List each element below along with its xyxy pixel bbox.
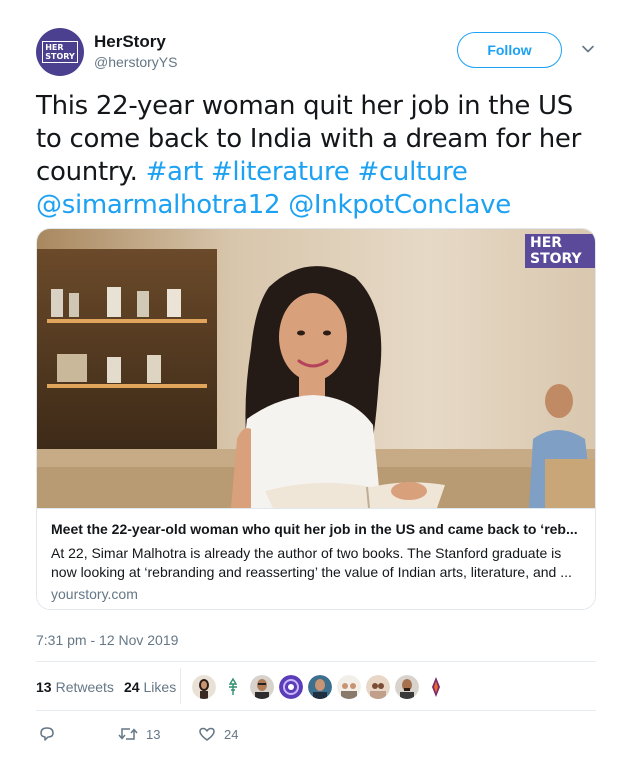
heart-icon <box>199 727 215 741</box>
author-handle[interactable]: @herstoryYS <box>94 54 177 70</box>
herstory-logo: HER STORY <box>42 41 78 63</box>
card-domain: yourstory.com <box>51 586 138 602</box>
liker-avatar[interactable] <box>250 675 274 699</box>
retweet-button[interactable]: 13 <box>118 722 160 746</box>
liker-avatar[interactable] <box>424 675 448 699</box>
like-count: 24 <box>224 726 239 742</box>
retweets-count: 13 <box>36 679 52 695</box>
author-name[interactable]: HerStory <box>94 32 166 52</box>
card-title[interactable]: Meet the 22-year-old woman who quit her … <box>51 521 586 537</box>
retweet-icon <box>118 728 138 740</box>
hashtag-culture[interactable]: #culture <box>357 157 467 187</box>
engagement-stats: 13 Retweets 24 Likes <box>36 677 186 697</box>
tweet-text: This 22-year woman quit her job in the U… <box>36 90 606 222</box>
link-card[interactable]: HER STORY Meet the 22-year-old woman who… <box>36 228 596 610</box>
liker-avatar[interactable] <box>308 675 332 699</box>
card-watermark: HER STORY <box>525 234 595 268</box>
hashtag-art[interactable]: #art <box>146 157 204 187</box>
author-avatar[interactable]: HER STORY <box>36 28 84 76</box>
like-button[interactable]: 24 <box>198 722 238 746</box>
follow-button[interactable]: Follow <box>457 32 562 68</box>
liker-avatar[interactable] <box>279 675 303 699</box>
stats-separator <box>180 668 181 704</box>
liker-avatar[interactable] <box>221 675 245 699</box>
card-description: At 22, Simar Malhotra is already the aut… <box>51 545 572 580</box>
likes-label: Likes <box>143 679 177 695</box>
likes-count: 24 <box>123 679 140 695</box>
liker-avatar[interactable] <box>337 675 361 699</box>
card-photo <box>37 229 595 508</box>
divider-bottom <box>36 710 596 711</box>
reply-button[interactable] <box>38 722 64 746</box>
likes-stat[interactable]: 24 Likes <box>124 679 176 695</box>
liker-avatar[interactable] <box>395 675 419 699</box>
chevron-down-icon[interactable] <box>581 42 595 56</box>
retweet-count: 13 <box>146 726 161 742</box>
liker-avatar[interactable] <box>192 675 216 699</box>
tweet-header: HER STORY HerStory @herstoryYS Follow <box>36 26 606 78</box>
mention-inkpotconclave[interactable]: @InkpotConclave <box>288 190 511 220</box>
retweets-label: Retweets <box>55 679 114 695</box>
liker-avatar[interactable] <box>366 675 390 699</box>
divider-top <box>36 661 596 662</box>
hashtag-literature[interactable]: #literature <box>211 157 350 187</box>
reply-icon <box>40 727 54 741</box>
tweet-timestamp[interactable]: 7:31 pm - 12 Nov 2019 <box>36 632 178 648</box>
card-image[interactable]: HER STORY <box>37 229 595 508</box>
mention-simarmalhotra12[interactable]: @simarmalhotra12 <box>36 190 281 220</box>
tweet-actions: 13 24 <box>36 722 596 746</box>
liker-avatars <box>192 673 453 701</box>
retweets-stat[interactable]: 13 Retweets <box>36 679 114 695</box>
card-body[interactable]: Meet the 22-year-old woman who quit her … <box>37 508 595 609</box>
